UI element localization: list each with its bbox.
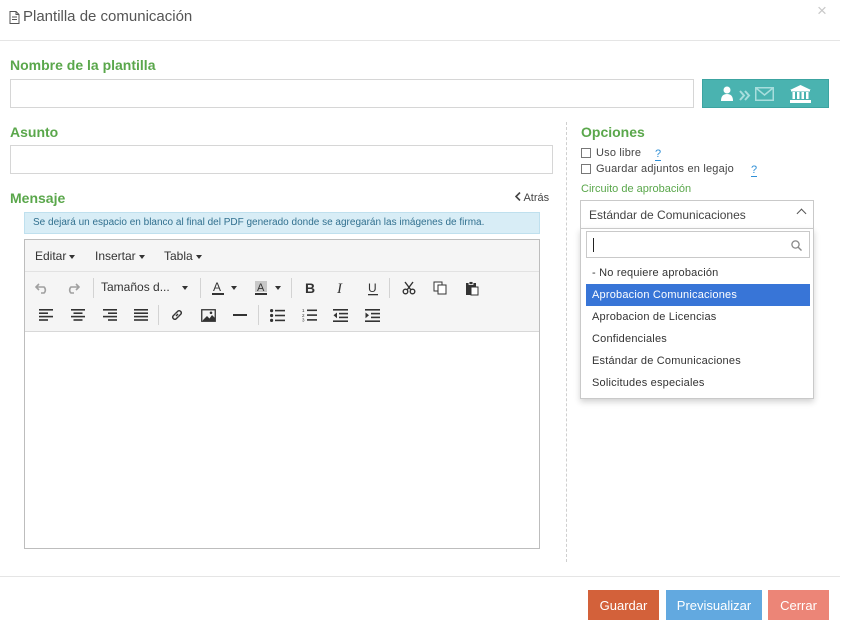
svg-text:I: I: [336, 281, 343, 295]
dropdown-option[interactable]: Estándar de Comunicaciones: [586, 350, 810, 372]
caret-down-icon: [195, 254, 202, 259]
caret-down-icon: [231, 286, 237, 290]
bold-icon[interactable]: B: [298, 277, 322, 299]
menu-tabla[interactable]: Tabla: [164, 249, 202, 263]
guardar-adjuntos-label: Guardar adjuntos en legajo: [596, 163, 734, 175]
undo-icon[interactable]: [30, 277, 54, 299]
toolbar-separator: [291, 278, 292, 298]
double-chevron-right-icon: [739, 88, 751, 106]
caret-down-icon: [275, 286, 281, 290]
nombre-label: Nombre de la plantilla: [10, 57, 156, 73]
circuito-label: Circuito de aprobación: [581, 183, 692, 195]
asunto-input[interactable]: [10, 145, 553, 174]
font-color-icon[interactable]: A: [206, 277, 230, 299]
uso-libre-label: Uso libre: [596, 147, 642, 159]
cerrar-button[interactable]: Cerrar: [768, 590, 829, 620]
menu-editar[interactable]: Editar: [35, 249, 76, 263]
toolbar-separator: [258, 305, 259, 325]
caret-down-icon: [138, 254, 145, 259]
toolbar-separator: [389, 278, 390, 298]
editor-toolbar: Tamaños d... A A B I U 1 2 3: [25, 272, 539, 332]
opciones-label: Opciones: [581, 124, 645, 140]
editor-content-area[interactable]: [25, 333, 539, 548]
numbered-list-icon[interactable]: 123: [297, 304, 321, 326]
toolbar-separator: [158, 305, 159, 325]
svg-text:B: B: [305, 281, 315, 295]
uso-libre-checkbox[interactable]: [581, 148, 591, 158]
italic-icon[interactable]: I: [329, 277, 353, 299]
nombre-input[interactable]: [10, 79, 694, 108]
modal-title: Plantilla de comunicación: [23, 8, 193, 25]
search-icon: [791, 238, 802, 256]
menu-tabla-label: Tabla: [164, 249, 193, 263]
paste-icon[interactable]: [460, 277, 484, 299]
uso-libre-help-icon[interactable]: ?: [655, 148, 662, 161]
dropdown-option-highlighted[interactable]: Aprobacion Comunicaciones: [586, 284, 810, 306]
caret-down-icon: [182, 285, 189, 290]
align-left-icon[interactable]: [34, 304, 58, 326]
document-icon: [9, 11, 20, 24]
copy-icon[interactable]: [428, 277, 452, 299]
dropdown-option[interactable]: Confidenciales: [586, 328, 810, 350]
column-divider: [566, 122, 567, 562]
recipients-button[interactable]: [702, 79, 829, 108]
modal-footer-divider: [0, 576, 840, 577]
font-size-label: Tamaños d...: [101, 280, 170, 294]
align-right-icon[interactable]: [98, 304, 122, 326]
font-color-dropdown[interactable]: [228, 277, 240, 299]
circuito-dropdown: - No requiere aprobación Aprobacion Comu…: [580, 228, 814, 399]
menu-insertar-label: Insertar: [95, 249, 136, 263]
background-color-dropdown[interactable]: [272, 277, 284, 299]
horizontal-rule-icon[interactable]: [228, 304, 252, 326]
guardar-button[interactable]: Guardar: [588, 590, 659, 620]
menu-insertar[interactable]: Insertar: [95, 249, 145, 263]
previsualizar-button[interactable]: Previsualizar: [666, 590, 762, 620]
back-label: Atrás: [523, 192, 550, 204]
dropdown-option[interactable]: Aprobacion de Licencias: [586, 306, 810, 328]
dropdown-option[interactable]: - No requiere aprobación: [586, 262, 810, 284]
back-link[interactable]: Atrás: [514, 191, 550, 204]
text-cursor: [593, 238, 594, 252]
rich-text-editor: Editar Insertar Tabla Tamaños d... A A B: [24, 239, 540, 549]
align-justify-icon[interactable]: [129, 304, 153, 326]
chevron-up-icon: [796, 208, 807, 219]
circuito-selected-value: Estándar de Comunicaciones: [589, 208, 746, 222]
circuito-select[interactable]: Estándar de Comunicaciones: [580, 200, 814, 229]
editor-menubar: Editar Insertar Tabla: [25, 240, 539, 272]
guardar-adjuntos-checkbox[interactable]: [581, 164, 591, 174]
menu-editar-label: Editar: [35, 249, 67, 263]
svg-text:A: A: [213, 280, 221, 294]
toolbar-separator: [93, 278, 94, 298]
indent-icon[interactable]: [360, 304, 384, 326]
svg-text:3: 3: [302, 318, 305, 322]
envelope-icon: [755, 87, 774, 106]
dropdown-option[interactable]: Solicitudes especiales: [586, 372, 810, 394]
svg-text:U: U: [368, 281, 377, 295]
toolbar-separator: [200, 278, 201, 298]
chevron-left-icon: [514, 191, 521, 204]
bank-icon: [790, 85, 811, 108]
asunto-label: Asunto: [10, 124, 59, 140]
redo-icon[interactable]: [61, 277, 85, 299]
user-icon: [721, 86, 733, 106]
pdf-info-message: Se dejará un espacio en blanco al final …: [24, 212, 540, 234]
font-size-select[interactable]: Tamaños d...: [101, 277, 195, 299]
close-icon[interactable]: ×: [817, 1, 827, 21]
mensaje-label: Mensaje: [10, 190, 66, 206]
guardar-adjuntos-help-icon[interactable]: ?: [751, 164, 758, 177]
background-color-icon[interactable]: A: [249, 277, 273, 299]
caret-down-icon: [69, 254, 76, 259]
cut-icon[interactable]: [397, 277, 421, 299]
svg-text:A: A: [257, 282, 265, 294]
bullet-list-icon[interactable]: [265, 304, 289, 326]
outdent-icon[interactable]: [328, 304, 352, 326]
dropdown-search-input[interactable]: [586, 231, 810, 258]
underline-icon[interactable]: U: [361, 277, 385, 299]
image-icon[interactable]: [196, 304, 220, 326]
link-icon[interactable]: [165, 304, 189, 326]
align-center-icon[interactable]: [66, 304, 90, 326]
